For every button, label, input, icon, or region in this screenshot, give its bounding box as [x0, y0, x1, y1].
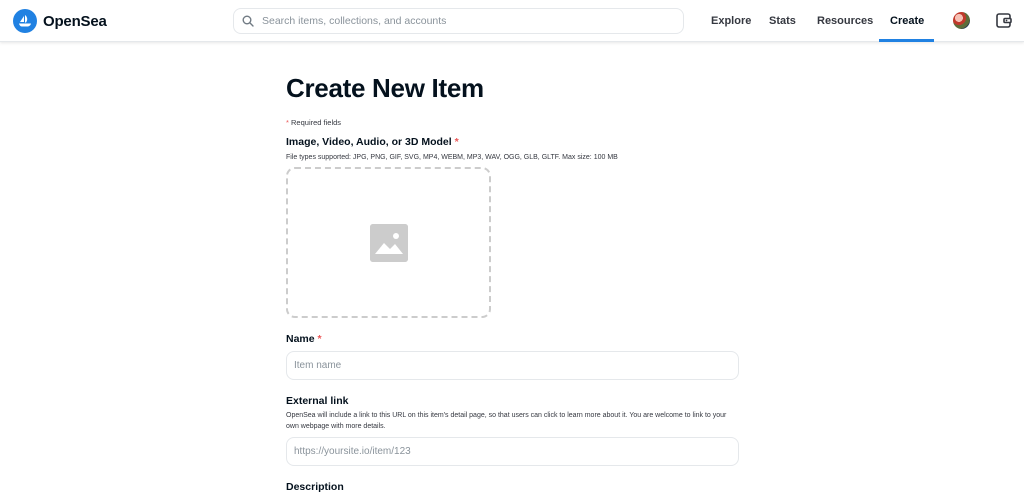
media-field-help: File types supported: JPG, PNG, GIF, SVG… [286, 154, 618, 161]
name-label-text: Name [286, 333, 315, 345]
nav-create[interactable]: Create [890, 0, 924, 42]
opensea-logo-link[interactable]: OpenSea [13, 9, 107, 33]
search-icon [242, 15, 254, 27]
media-label-text: Image, Video, Audio, or 3D Model [286, 136, 452, 148]
top-navigation-bar: OpenSea Explore Stats Resources Create [0, 0, 1024, 42]
page-title: Create New Item [286, 73, 484, 103]
external-link-label: External link [286, 395, 349, 407]
media-field-label: Image, Video, Audio, or 3D Model * [286, 136, 459, 148]
description-label: Description [286, 481, 344, 493]
required-fields-note: * Required fields [286, 118, 341, 127]
user-avatar[interactable] [953, 12, 970, 29]
item-name-input[interactable] [286, 351, 739, 380]
nav-resources[interactable]: Resources [817, 0, 873, 42]
external-link-input[interactable] [286, 437, 739, 466]
opensea-sailboat-icon [13, 9, 37, 33]
required-asterisk: * [454, 136, 459, 148]
nav-explore[interactable]: Explore [711, 0, 751, 42]
wallet-icon[interactable] [995, 12, 1013, 34]
image-icon [369, 223, 408, 262]
media-upload-dropzone[interactable] [286, 167, 491, 318]
required-asterisk: * [317, 333, 322, 345]
external-link-help: OpenSea will include a link to this URL … [286, 412, 727, 430]
nav-stats[interactable]: Stats [769, 0, 796, 42]
required-asterisk: * [286, 118, 289, 127]
search-input[interactable] [262, 15, 662, 27]
search-bar[interactable] [233, 8, 684, 34]
active-tab-indicator [879, 39, 934, 42]
name-field-label: Name * [286, 333, 322, 345]
brand-name: OpenSea [43, 12, 107, 30]
required-note-text: Required fields [291, 118, 342, 127]
